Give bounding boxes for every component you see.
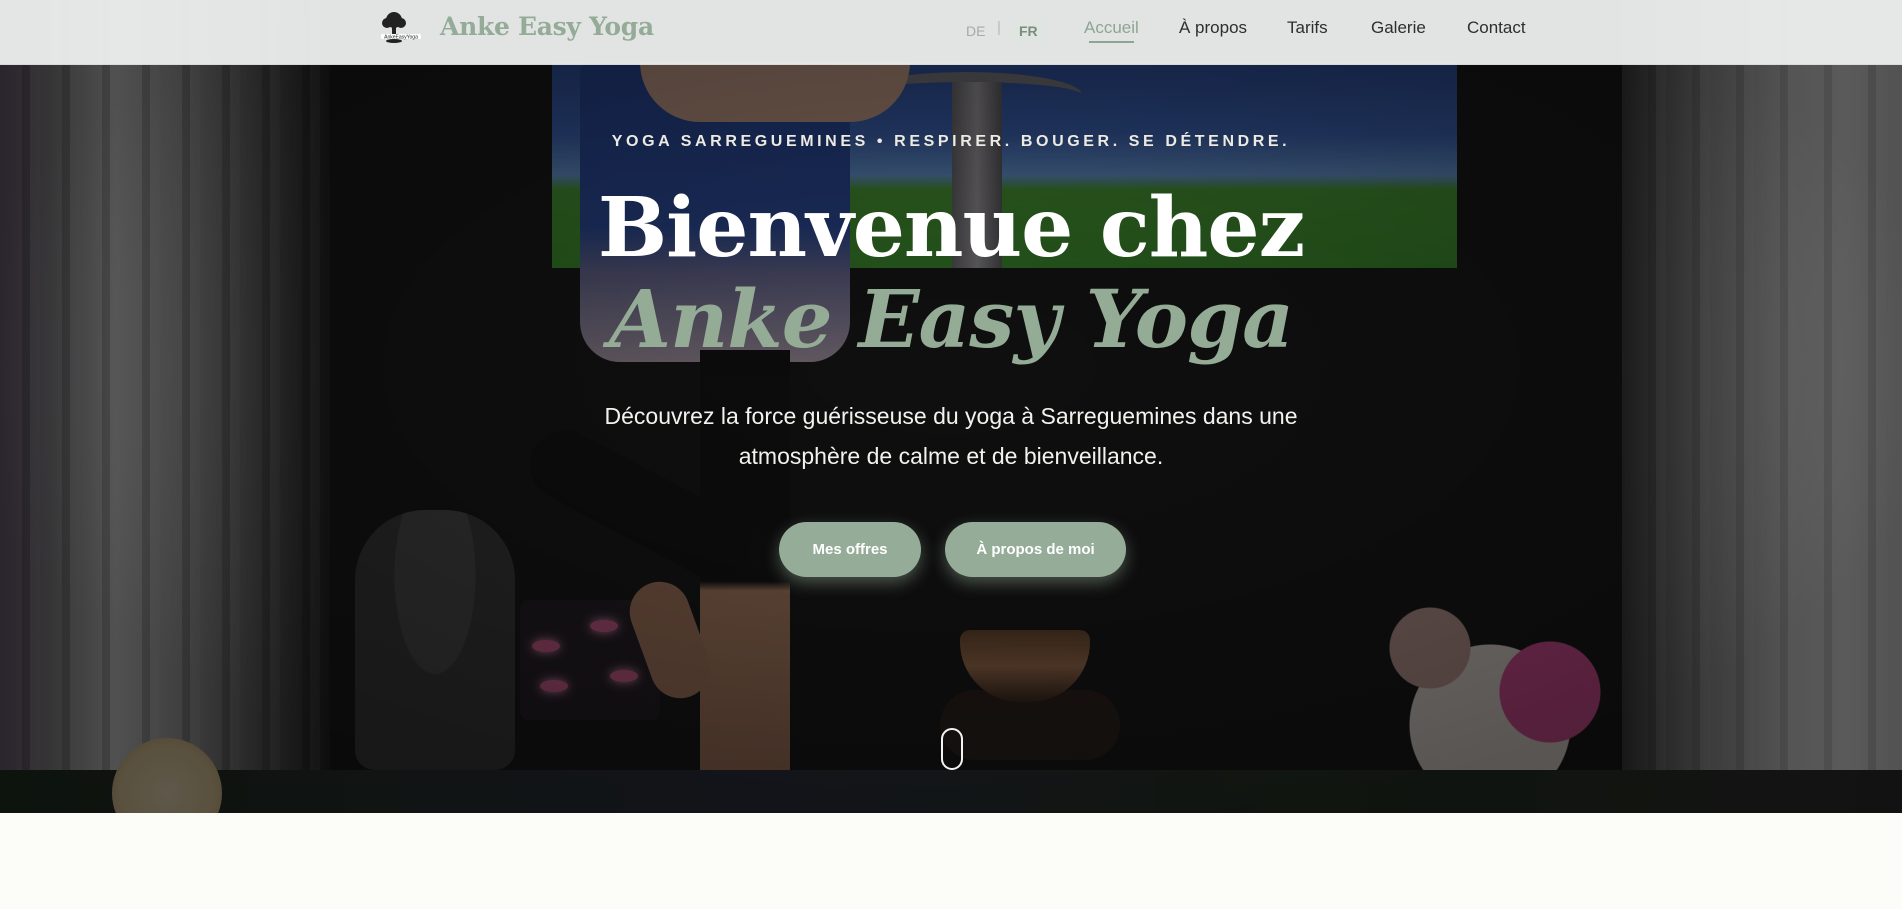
brand-title[interactable]: Anke Easy Yoga — [440, 12, 654, 41]
nav-tarifs[interactable]: Tarifs — [1287, 18, 1328, 38]
nav-accueil[interactable]: Accueil — [1084, 18, 1139, 38]
hero-subtitle: Découvrez la force guérisseuse du yoga à… — [604, 403, 1298, 469]
site-header: AnkeEasyYoga Anke Easy Yoga DE | FR Accu… — [0, 0, 1902, 65]
nav-a-propos[interactable]: À propos — [1179, 18, 1247, 38]
language-separator: | — [997, 19, 1001, 36]
nav-galerie[interactable]: Galerie — [1371, 18, 1426, 38]
language-fr[interactable]: FR — [1012, 20, 1045, 42]
tree-icon[interactable]: AnkeEasyYoga — [377, 10, 425, 44]
hero-title-line2: Anke Easy Yoga — [609, 272, 1294, 366]
language-de[interactable]: DE — [959, 20, 992, 42]
hero-eyebrow: YOGA SARREGUEMINES • RESPIRER. BOUGER. S… — [611, 133, 1291, 150]
nav-contact[interactable]: Contact — [1467, 18, 1526, 38]
offers-button[interactable]: Mes offres — [779, 522, 921, 577]
nav-active-underline — [1089, 41, 1134, 43]
about-me-button[interactable]: À propos de moi — [945, 522, 1126, 577]
hero-title-line1: Bienvenue chez — [597, 180, 1305, 276]
hero-section: YOGA SARREGUEMINES • RESPIRER. BOUGER. S… — [0, 0, 1902, 813]
mouse-scroll-icon[interactable] — [941, 728, 963, 770]
